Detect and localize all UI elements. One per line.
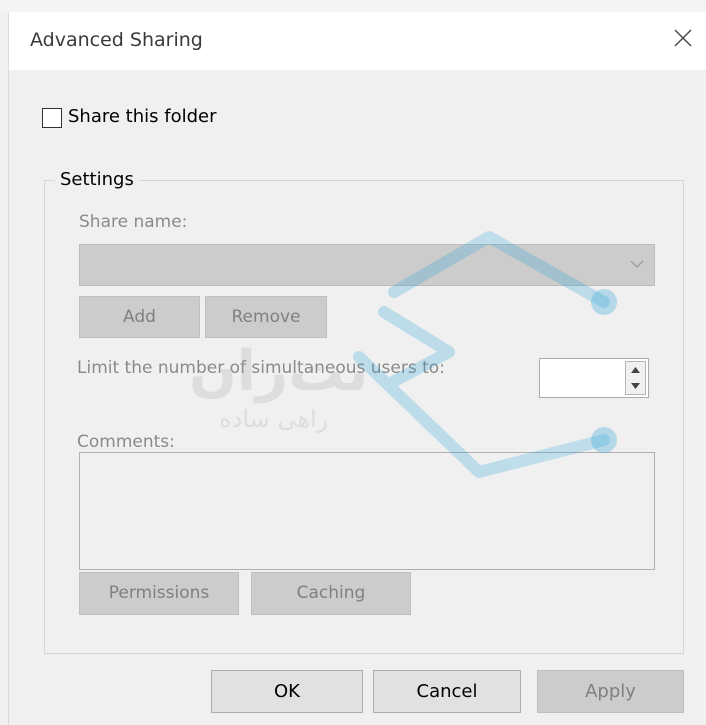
permissions-button[interactable]: Permissions xyxy=(79,572,239,615)
spin-up-icon[interactable] xyxy=(626,362,645,378)
caching-button[interactable]: Caching xyxy=(251,572,411,615)
user-limit-spinner[interactable] xyxy=(539,358,649,398)
cancel-button[interactable]: Cancel xyxy=(373,670,521,713)
share-name-label: Share name: xyxy=(79,212,188,232)
comments-textarea[interactable] xyxy=(79,452,655,570)
spinner-buttons[interactable] xyxy=(625,361,646,395)
chevron-down-icon xyxy=(630,260,644,268)
share-folder-checkbox[interactable] xyxy=(42,108,62,128)
add-button[interactable]: Add xyxy=(79,296,200,338)
spin-down-icon[interactable] xyxy=(626,378,645,394)
background-window-strip xyxy=(0,0,706,12)
ok-button[interactable]: OK xyxy=(211,670,363,713)
advanced-sharing-dialog: Advanced Sharing Share this folder Setti… xyxy=(8,12,706,725)
limit-users-label: Limit the number of simultaneous users t… xyxy=(77,358,445,378)
share-folder-label[interactable]: Share this folder xyxy=(68,106,216,127)
title-bar: Advanced Sharing xyxy=(9,12,706,70)
remove-button[interactable]: Remove xyxy=(205,296,327,338)
share-name-combobox[interactable] xyxy=(79,244,655,286)
comments-label: Comments: xyxy=(77,432,175,452)
settings-legend: Settings xyxy=(55,169,139,190)
close-icon[interactable] xyxy=(669,24,697,52)
window-title: Advanced Sharing xyxy=(30,29,203,51)
apply-button[interactable]: Apply xyxy=(537,670,684,713)
